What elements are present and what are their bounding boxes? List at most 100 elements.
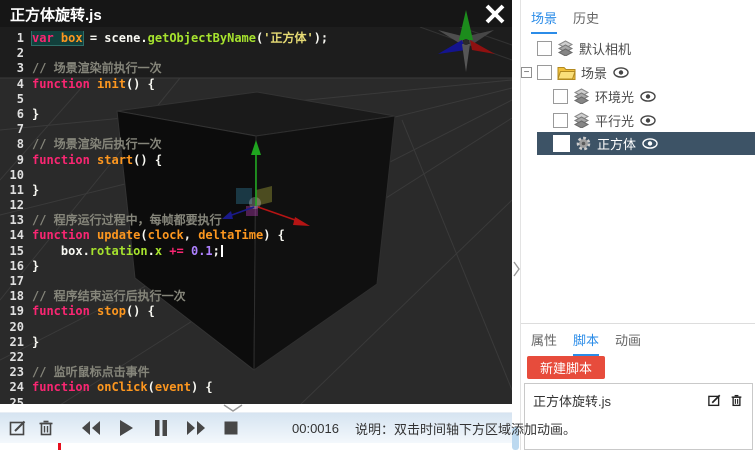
code-token: += xyxy=(169,244,183,258)
code-token: ); xyxy=(314,31,328,45)
code-line[interactable]: 4function init() { xyxy=(0,77,512,92)
code-token: x xyxy=(155,244,162,258)
props-tab[interactable]: 脚本 xyxy=(573,330,599,356)
scene-tab[interactable]: 历史 xyxy=(573,8,599,34)
code-token: ) { xyxy=(191,380,213,394)
timeline-hint: 说明：双击时间轴下方区域添加动画。 xyxy=(355,419,576,438)
code-token: stop xyxy=(97,304,126,318)
code-token: } xyxy=(32,183,39,197)
code-token: box. xyxy=(32,244,90,258)
camera-icon xyxy=(557,40,574,56)
code-line[interactable]: 10 xyxy=(0,168,512,183)
code-line[interactable]: 7 xyxy=(0,122,512,137)
code-line[interactable]: 15 box.rotation.x += 0.1; xyxy=(0,244,512,259)
code-token: () { xyxy=(133,153,162,167)
code-token: () { xyxy=(126,304,155,318)
code-token: function xyxy=(32,304,90,318)
checkbox[interactable] xyxy=(553,113,568,128)
code-line[interactable]: 19function stop() { xyxy=(0,304,512,319)
code-line[interactable]: 3// 场景渲染前执行一次 xyxy=(0,61,512,76)
code-editor[interactable]: 1var box = scene.getObjectByName('正方体');… xyxy=(0,31,512,405)
code-line[interactable]: 20 xyxy=(0,320,512,335)
chevron-right-icon[interactable] xyxy=(513,260,521,278)
code-line[interactable]: 6} xyxy=(0,107,512,122)
code-line[interactable]: 11} xyxy=(0,183,512,198)
line-number: 10 xyxy=(0,168,32,183)
code-token xyxy=(90,304,97,318)
code-token: event xyxy=(155,380,191,394)
tree-item-label: 环境光 xyxy=(595,87,634,106)
scene-tab[interactable]: 场景 xyxy=(531,8,557,34)
line-number: 4 xyxy=(0,77,32,92)
code-token: ( xyxy=(148,380,155,394)
timeline-playhead[interactable] xyxy=(58,443,61,450)
code-line[interactable]: 24function onClick(event) { xyxy=(0,380,512,395)
line-number: 18 xyxy=(0,289,32,304)
tree-item-label: 默认相机 xyxy=(579,39,631,58)
close-icon[interactable] xyxy=(482,2,508,26)
rewind-icon[interactable] xyxy=(80,417,102,439)
code-line[interactable]: 17 xyxy=(0,274,512,289)
code-line[interactable]: 1var box = scene.getObjectByName('正方体'); xyxy=(0,31,512,46)
code-line[interactable]: 2 xyxy=(0,46,512,61)
tree-item[interactable]: 正方体 xyxy=(537,132,755,155)
timeline-track[interactable] xyxy=(0,443,512,450)
folder-icon xyxy=(557,65,576,80)
tree-item[interactable]: 环境光 xyxy=(521,84,755,108)
code-line[interactable]: 23// 监听鼠标点击事件 xyxy=(0,365,512,380)
checkbox[interactable] xyxy=(537,65,552,80)
text-cursor xyxy=(221,245,223,257)
mesh-icon xyxy=(575,135,592,152)
app-window: 正方体旋转.js 1var box = scene.getObjectByNam… xyxy=(0,0,755,450)
code-line[interactable]: 22 xyxy=(0,350,512,365)
code-token: onClick xyxy=(97,380,148,394)
code-token: = scene. xyxy=(83,31,148,45)
checkbox[interactable] xyxy=(553,135,570,152)
eye-icon[interactable] xyxy=(613,67,629,78)
code-line[interactable]: 5 xyxy=(0,92,512,107)
new-script-button[interactable]: 新建脚本 xyxy=(527,356,605,379)
code-line[interactable]: 8// 场景渲染后执行一次 xyxy=(0,137,512,152)
props-tab[interactable]: 动画 xyxy=(615,330,641,356)
delete-script-icon[interactable] xyxy=(729,393,744,408)
play-icon[interactable] xyxy=(115,417,137,439)
eye-icon[interactable] xyxy=(640,115,656,126)
tree-item[interactable]: 默认相机 xyxy=(521,36,755,60)
code-line[interactable]: 18// 程序结束运行后执行一次 xyxy=(0,289,512,304)
edit-script-icon[interactable] xyxy=(707,393,722,408)
script-list-item[interactable]: 正方体旋转.js xyxy=(525,384,752,410)
eye-icon[interactable] xyxy=(642,138,658,149)
code-token: // 场景渲染后执行一次 xyxy=(32,137,162,151)
collapse-expander[interactable]: − xyxy=(521,67,532,78)
eye-icon[interactable] xyxy=(640,91,656,102)
checkbox[interactable] xyxy=(537,41,552,56)
delete-animation-icon[interactable] xyxy=(36,417,56,439)
selection-highlight: var box xyxy=(32,31,83,45)
line-number: 21 xyxy=(0,335,32,350)
code-line[interactable]: 13// 程序运行过程中，每帧都要执行 xyxy=(0,213,512,228)
tree-item[interactable]: −场景 xyxy=(521,60,755,84)
code-line[interactable]: 21} xyxy=(0,335,512,350)
code-line[interactable]: 12 xyxy=(0,198,512,213)
code-token: update xyxy=(97,228,140,242)
fast-forward-icon[interactable] xyxy=(185,417,207,439)
props-tab[interactable]: 属性 xyxy=(531,330,557,356)
checkbox[interactable] xyxy=(553,89,568,104)
code-token: clock xyxy=(148,228,184,242)
line-number: 23 xyxy=(0,365,32,380)
tree-item-label: 正方体 xyxy=(597,134,636,153)
code-line[interactable]: 9function start() { xyxy=(0,153,512,168)
code-token xyxy=(90,228,97,242)
pause-icon[interactable] xyxy=(150,417,172,439)
code-token: ) { xyxy=(263,228,285,242)
tree-item[interactable]: 平行光 xyxy=(521,108,755,132)
chevron-down-icon[interactable] xyxy=(222,403,244,413)
code-token: box xyxy=(61,31,83,45)
panel-resize-strip[interactable] xyxy=(512,0,520,450)
code-line[interactable]: 16} xyxy=(0,259,512,274)
edit-animation-icon[interactable] xyxy=(8,417,28,439)
code-token xyxy=(90,153,97,167)
stop-icon[interactable] xyxy=(220,417,242,439)
script-list: 正方体旋转.js xyxy=(524,383,753,450)
code-line[interactable]: 14function update(clock, deltaTime) { xyxy=(0,228,512,243)
